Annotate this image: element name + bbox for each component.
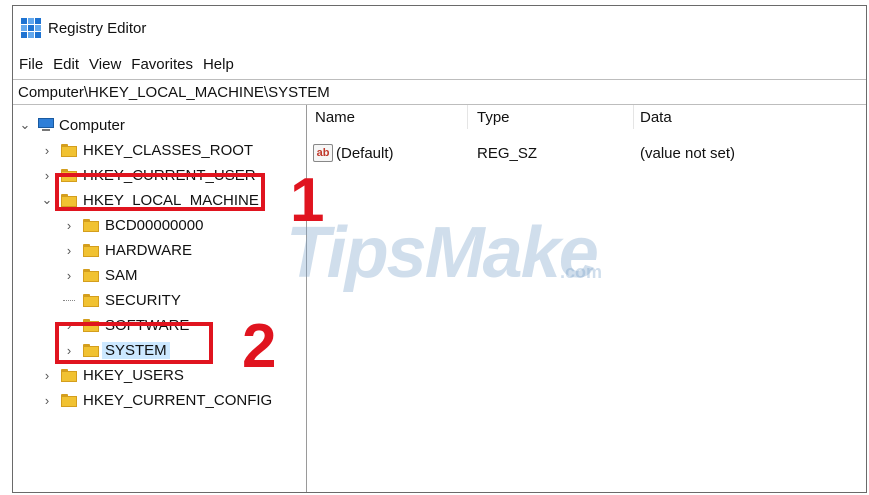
tree-item-hkey-classes-root[interactable]: › HKEY_CLASSES_ROOT [41,138,253,162]
tree-label: SECURITY [105,291,181,309]
chevron-right-icon[interactable]: › [41,143,53,158]
chevron-right-icon[interactable]: › [63,218,75,233]
registry-editor-icon [21,18,41,38]
folder-icon [83,268,99,282]
folder-icon [61,368,77,382]
menu-edit[interactable]: Edit [48,56,84,73]
column-header-type[interactable]: Type [477,105,510,129]
tree-item-hkey-users[interactable]: › HKEY_USERS [41,363,184,387]
value-type: REG_SZ [477,144,538,162]
tree-item-hardware[interactable]: › HARDWARE [63,238,192,262]
folder-icon [83,218,99,232]
tree-label: HARDWARE [105,241,192,259]
tree-item-hkey-current-config[interactable]: › HKEY_CURRENT_CONFIG [41,388,272,412]
value-name: (Default) [336,144,394,162]
menu-file[interactable]: File [13,56,48,73]
tree-item-bcd[interactable]: › BCD00000000 [63,213,204,237]
computer-icon [37,118,55,132]
tree-label: BCD00000000 [105,216,204,234]
chevron-down-icon[interactable]: ⌄ [19,117,31,133]
watermark-suffix: .com [560,262,603,282]
column-divider[interactable] [633,105,634,129]
tree-label: HKEY_CLASSES_ROOT [83,141,254,159]
string-value-icon: ab [313,144,333,162]
folder-icon [83,293,99,307]
tree-item-sam[interactable]: › SAM [63,263,138,287]
tree-label: SAM [105,266,138,284]
value-row[interactable]: ab (Default) [313,141,394,165]
column-header-data[interactable]: Data [640,105,672,129]
tree-item-computer[interactable]: ⌄ Computer [19,113,125,137]
column-header-name[interactable]: Name [315,105,355,129]
chevron-right-icon[interactable]: › [41,368,53,383]
menu-bar: File Edit View Favorites Help [13,50,866,78]
callout-number-1: 1 [290,166,325,235]
value-data: (value not set) [640,144,736,162]
chevron-right-icon[interactable]: › [41,168,53,183]
address-bar[interactable]: Computer\HKEY_LOCAL_MACHINE\SYSTEM [13,79,866,105]
address-path[interactable]: Computer\HKEY_LOCAL_MACHINE\SYSTEM [18,84,330,101]
window-title: Registry Editor [48,19,147,37]
folder-icon [61,393,77,407]
tree-label: HKEY_USERS [83,366,184,384]
tree-connector [63,298,75,302]
title-bar: Registry Editor [13,6,866,50]
folder-icon [83,243,99,257]
column-divider[interactable] [467,105,468,129]
menu-favorites[interactable]: Favorites [126,56,198,73]
chevron-right-icon[interactable]: › [63,243,75,258]
menu-help[interactable]: Help [198,56,239,73]
chevron-down-icon[interactable]: ⌄ [41,192,53,208]
menu-view[interactable]: View [84,56,126,73]
callout-box-1 [55,173,265,211]
tree-pane: ⌄ Computer › HKEY_CLASSES_ROOT › HKEY_CU… [13,105,307,492]
values-pane: Name Type Data ab (Default) REG_SZ (valu… [307,105,866,492]
tree-label: HKEY_CURRENT_CONFIG [83,391,273,409]
chevron-right-icon[interactable]: › [41,393,53,408]
watermark-logo: TipsMake [286,213,599,293]
tree-label: Computer [59,116,125,134]
callout-number-2: 2 [242,312,277,381]
callout-box-2 [55,322,213,364]
folder-icon [61,143,77,157]
chevron-right-icon[interactable]: › [63,268,75,283]
tree-item-security[interactable]: SECURITY [63,288,181,312]
